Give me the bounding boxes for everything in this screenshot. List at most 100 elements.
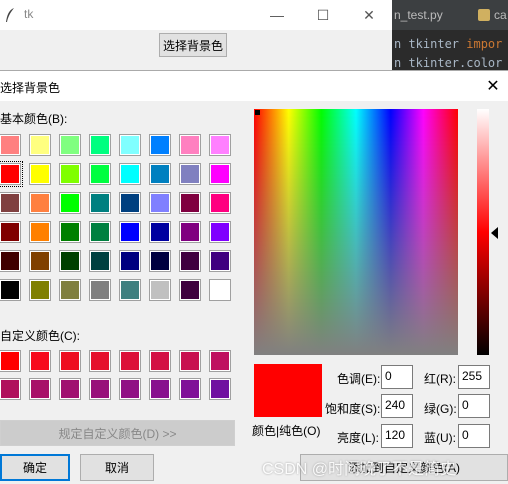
cancel-button[interactable]: 取消 — [80, 454, 154, 481]
editor-tab-file-2[interactable]: ca — [494, 8, 507, 22]
luminance-label: 亮度(L): — [337, 431, 380, 445]
basic-color-swatch[interactable] — [30, 251, 50, 271]
red-field[interactable]: 255 — [458, 365, 490, 389]
basic-color-swatch[interactable] — [120, 193, 140, 213]
dialog-title: 选择背景色 — [0, 81, 61, 95]
minimize-icon: — — [270, 7, 284, 23]
basic-color-swatch[interactable] — [60, 222, 80, 242]
custom-color-swatch[interactable] — [120, 351, 140, 371]
custom-color-swatch[interactable] — [210, 351, 230, 371]
basic-color-swatch[interactable] — [30, 135, 50, 155]
basic-color-swatch[interactable] — [60, 251, 80, 271]
basic-color-swatch[interactable] — [210, 251, 230, 271]
basic-color-swatch[interactable] — [120, 222, 140, 242]
tk-titlebar: tk — ☐ ✕ — [0, 0, 392, 30]
custom-color-swatch[interactable] — [90, 351, 110, 371]
basic-color-swatch[interactable] — [180, 251, 200, 271]
basic-color-swatch[interactable] — [60, 280, 80, 300]
saturation-field[interactable]: 240 — [381, 394, 413, 418]
color-preview — [254, 364, 322, 417]
basic-color-swatch[interactable] — [210, 135, 230, 155]
basic-color-swatch[interactable] — [0, 222, 20, 242]
ok-button[interactable]: 确定 — [0, 454, 70, 481]
basic-color-swatch[interactable] — [0, 251, 20, 271]
basic-color-swatch[interactable] — [0, 135, 20, 155]
basic-color-swatch[interactable] — [180, 280, 200, 300]
basic-color-swatch[interactable] — [150, 135, 170, 155]
basic-color-swatch[interactable] — [30, 193, 50, 213]
basic-color-swatch[interactable] — [210, 193, 230, 213]
basic-color-swatch[interactable] — [120, 251, 140, 271]
green-field[interactable]: 0 — [458, 394, 490, 418]
code-line-1: n tkinter impor — [394, 37, 502, 51]
custom-color-swatch[interactable] — [30, 351, 50, 371]
basic-color-swatch[interactable] — [180, 222, 200, 242]
maximize-button[interactable]: ☐ — [300, 0, 346, 30]
basic-color-swatch[interactable] — [90, 251, 110, 271]
basic-color-swatch[interactable] — [120, 135, 140, 155]
custom-color-swatch[interactable] — [90, 379, 110, 399]
basic-color-swatch[interactable] — [30, 164, 50, 184]
basic-color-swatch[interactable] — [180, 193, 200, 213]
custom-color-swatch[interactable] — [210, 379, 230, 399]
custom-color-swatch[interactable] — [0, 379, 20, 399]
basic-color-swatch[interactable] — [60, 193, 80, 213]
basic-color-swatch[interactable] — [120, 280, 140, 300]
spectrum-crosshair-icon[interactable] — [255, 110, 260, 115]
feather-icon — [6, 8, 14, 22]
basic-color-swatch[interactable] — [210, 222, 230, 242]
editor-tab-file[interactable]: n_test.py — [394, 8, 443, 22]
custom-color-swatch[interactable] — [120, 379, 140, 399]
basic-color-swatch[interactable] — [30, 280, 50, 300]
luminance-bar[interactable] — [477, 109, 489, 355]
basic-color-swatch[interactable] — [150, 193, 170, 213]
custom-color-swatch[interactable] — [180, 379, 200, 399]
basic-color-swatch[interactable] — [0, 280, 20, 300]
basic-color-swatch[interactable] — [180, 135, 200, 155]
basic-color-swatch[interactable] — [30, 222, 50, 242]
basic-color-swatch[interactable] — [0, 193, 20, 213]
basic-color-swatch[interactable] — [60, 135, 80, 155]
luminance-field[interactable]: 120 — [381, 424, 413, 448]
custom-color-swatch[interactable] — [60, 379, 80, 399]
color-dialog: 选择背景色 ✕ 基本颜色(B): 自定义颜色(C): 规定自定义颜色(D) >>… — [0, 70, 508, 484]
choose-background-button[interactable]: 选择背景色 — [159, 33, 227, 57]
custom-color-swatch[interactable] — [0, 351, 20, 371]
custom-color-swatch[interactable] — [150, 379, 170, 399]
code-line-2: n tkinter.color — [394, 56, 503, 70]
basic-color-swatch[interactable] — [150, 251, 170, 271]
basic-color-swatch[interactable] — [90, 222, 110, 242]
blue-field[interactable]: 0 — [458, 424, 490, 448]
basic-color-swatch[interactable] — [150, 280, 170, 300]
maximize-icon: ☐ — [316, 6, 330, 23]
hue-field[interactable]: 0 — [381, 365, 413, 389]
window-title: tk — [24, 7, 34, 21]
basic-color-swatch[interactable] — [120, 164, 140, 184]
minimize-button[interactable]: — — [254, 0, 300, 30]
basic-color-swatch[interactable] — [210, 164, 230, 184]
red-label: 红(R): — [424, 372, 456, 386]
basic-color-swatch[interactable] — [90, 164, 110, 184]
close-button[interactable]: ✕ — [346, 0, 392, 30]
basic-color-swatch[interactable] — [90, 135, 110, 155]
custom-color-swatch[interactable] — [180, 351, 200, 371]
basic-color-swatch[interactable] — [90, 193, 110, 213]
basic-color-swatch[interactable] — [180, 164, 200, 184]
python-file-icon — [478, 9, 490, 21]
basic-color-swatch[interactable] — [210, 280, 230, 300]
custom-color-swatch[interactable] — [150, 351, 170, 371]
luminance-arrow-icon[interactable] — [491, 227, 498, 239]
basic-color-swatch[interactable] — [0, 161, 23, 187]
color-solid-label: 颜色|纯色(O) — [252, 424, 321, 438]
color-spectrum[interactable] — [254, 109, 458, 355]
define-custom-colors-button[interactable]: 规定自定义颜色(D) >> — [0, 420, 235, 446]
dialog-titlebar: 选择背景色 ✕ — [0, 71, 508, 101]
basic-color-swatch[interactable] — [150, 222, 170, 242]
basic-colors-label: 基本颜色(B): — [0, 112, 68, 126]
basic-color-swatch[interactable] — [90, 280, 110, 300]
dialog-close-button[interactable]: ✕ — [478, 71, 508, 101]
custom-color-swatch[interactable] — [30, 379, 50, 399]
basic-color-swatch[interactable] — [60, 164, 80, 184]
custom-color-swatch[interactable] — [60, 351, 80, 371]
basic-color-swatch[interactable] — [150, 164, 170, 184]
